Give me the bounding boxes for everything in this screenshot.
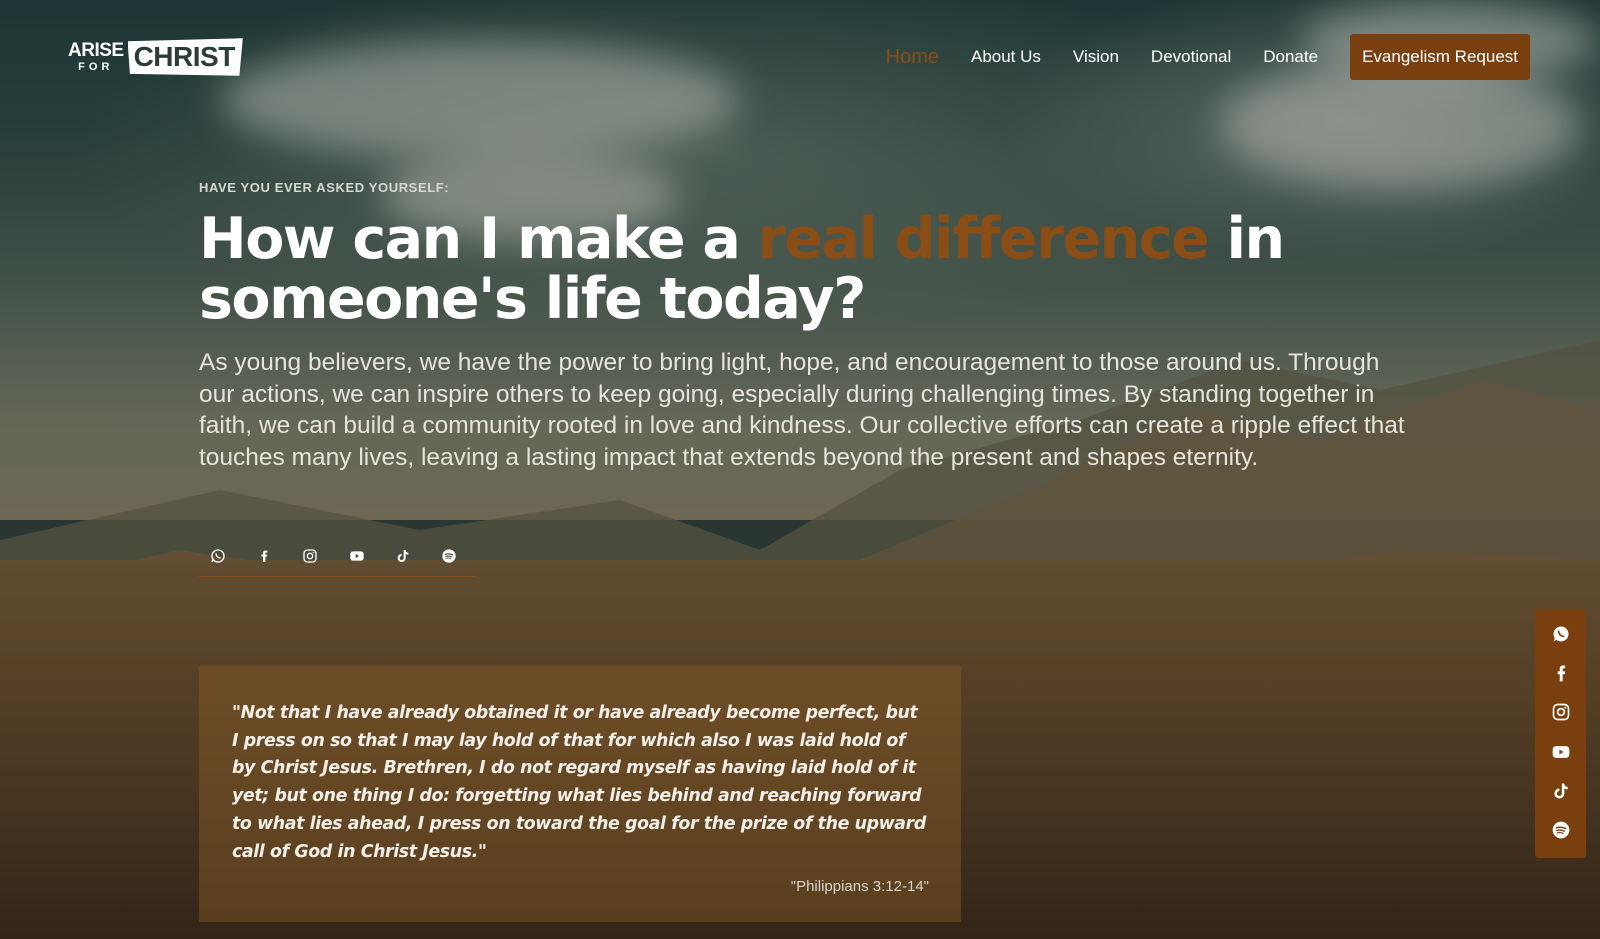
instagram-icon[interactable] <box>301 546 320 566</box>
headline-accent: real difference <box>757 206 1210 272</box>
nav-devotional[interactable]: Devotional <box>1151 47 1231 67</box>
youtube-icon[interactable] <box>347 546 366 566</box>
scripture-quote-text: "Not that I have already obtained it or … <box>232 703 926 862</box>
main-nav: Home About Us Vision Devotional Donate E… <box>886 34 1530 80</box>
evangelism-request-button[interactable]: Evangelism Request <box>1350 34 1530 80</box>
headline-start: How can I make a <box>199 206 758 272</box>
nav-about-us[interactable]: About Us <box>971 47 1041 67</box>
hero-eyebrow: HAVE YOU EVER ASKED YOURSELF: <box>199 180 450 195</box>
nav-home[interactable]: Home <box>886 46 939 69</box>
hero-section: HAVE YOU EVER ASKED YOURSELF: How can I … <box>199 180 1419 473</box>
spotify-icon[interactable] <box>440 546 459 566</box>
youtube-icon[interactable] <box>1549 740 1573 763</box>
floating-social-bar <box>1535 609 1586 858</box>
hero-lead-paragraph: As young believers, we have the power to… <box>199 349 1405 471</box>
nav-vision[interactable]: Vision <box>1073 47 1119 67</box>
hero-headline: How can I make a real difference in some… <box>199 209 1419 329</box>
logo-text-christ: CHRIST <box>127 38 243 76</box>
scripture-reference: "Philippians 3:12-14" <box>790 878 929 896</box>
social-links <box>199 535 477 577</box>
site-logo[interactable]: ARISE FOR CHRIST <box>68 36 243 78</box>
facebook-icon[interactable] <box>254 546 273 566</box>
facebook-icon[interactable] <box>1549 661 1573 684</box>
nav-donate[interactable]: Donate <box>1263 47 1318 67</box>
scripture-quote-card: "Not that I have already obtained it or … <box>199 666 961 922</box>
logo-text-for: FOR <box>78 61 114 73</box>
instagram-icon[interactable] <box>1549 701 1573 724</box>
tiktok-icon[interactable] <box>1549 779 1573 802</box>
logo-text-arise: ARISE <box>68 40 124 61</box>
whatsapp-icon[interactable] <box>208 546 227 566</box>
whatsapp-icon[interactable] <box>1549 622 1573 645</box>
spotify-icon[interactable] <box>1549 819 1573 842</box>
tiktok-icon[interactable] <box>393 546 412 566</box>
